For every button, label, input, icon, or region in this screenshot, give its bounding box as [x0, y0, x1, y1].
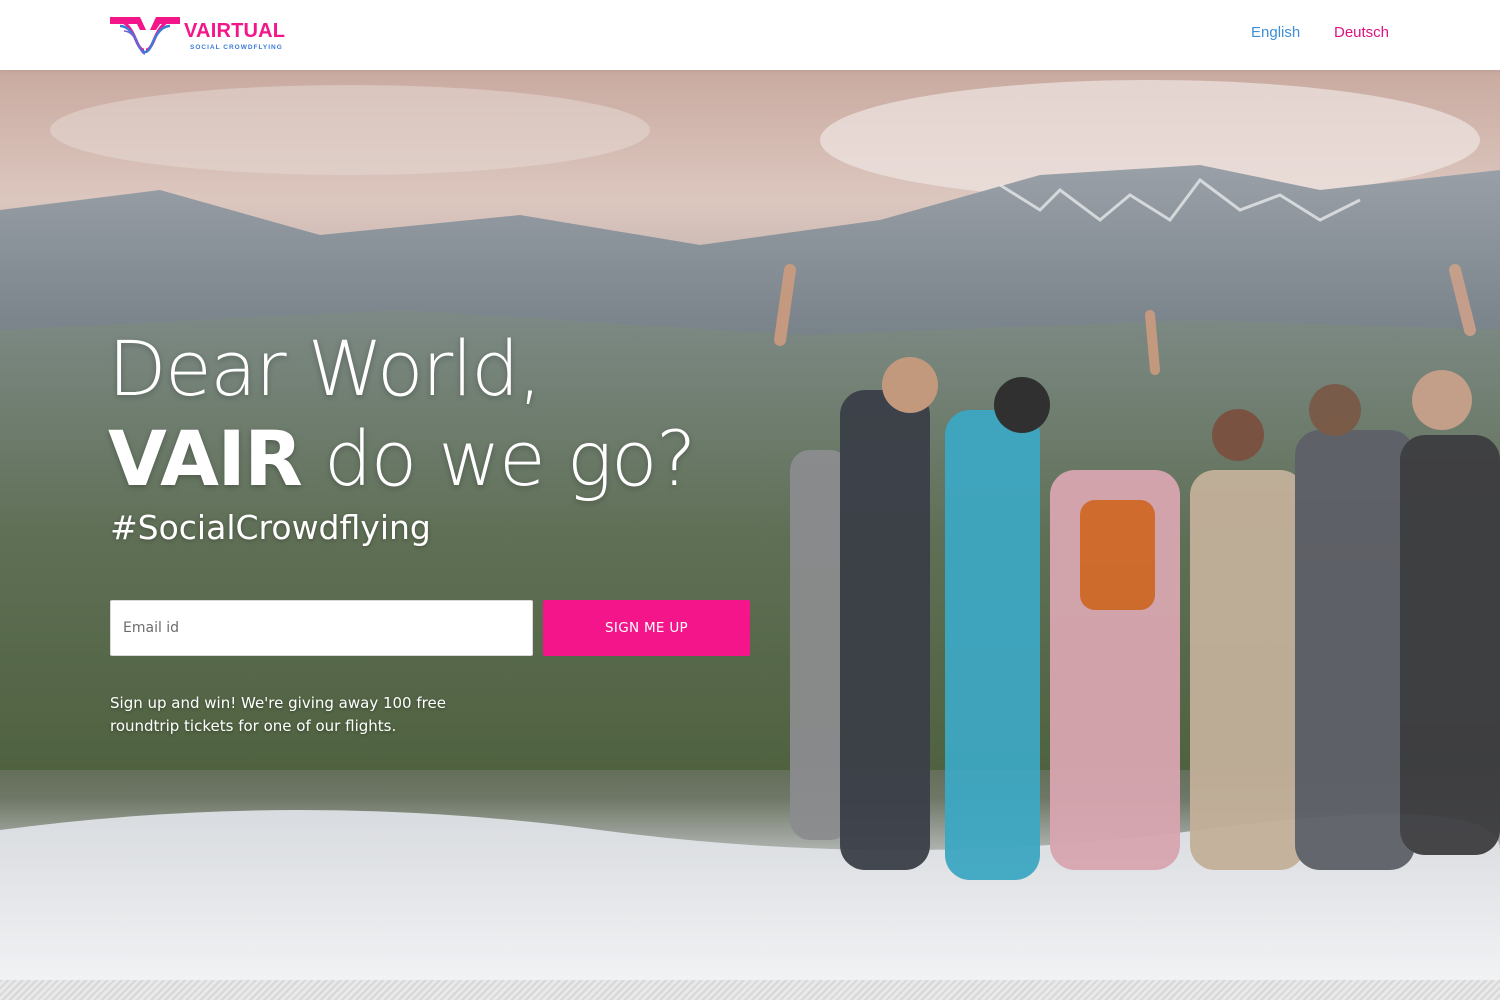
site-header: VAIRTUAL SOCIAL CROWDFLYING English Deut…	[0, 0, 1500, 70]
promo-text: Sign up and win! We're giving away 100 f…	[110, 694, 446, 735]
hero-headline: Dear World, VAIR do we go?	[108, 324, 696, 504]
brand-name: VAIRTUAL	[184, 20, 286, 42]
email-input[interactable]	[110, 600, 533, 656]
language-deutsch-link[interactable]: Deutsch	[1334, 24, 1389, 41]
headline-strong-word: VAIR	[108, 414, 303, 503]
brand-logo[interactable]: VAIRTUAL SOCIAL CROWDFLYING	[110, 14, 290, 56]
sign-me-up-button[interactable]: SIGN ME UP	[543, 600, 750, 656]
hero-hashtag: #SocialCrowdflying	[110, 508, 431, 547]
hero-section: Dear World, VAIR do we go? #SocialCrowdf…	[0, 70, 1500, 980]
brand-tagline: SOCIAL CROWDFLYING	[190, 44, 283, 51]
headline-rest: do we go?	[323, 414, 696, 503]
headline-line-1: Dear World,	[108, 324, 542, 413]
language-english-link[interactable]: English	[1251, 24, 1300, 41]
winged-v-logo-icon	[110, 17, 180, 55]
page-bottom-strip	[0, 980, 1500, 1000]
